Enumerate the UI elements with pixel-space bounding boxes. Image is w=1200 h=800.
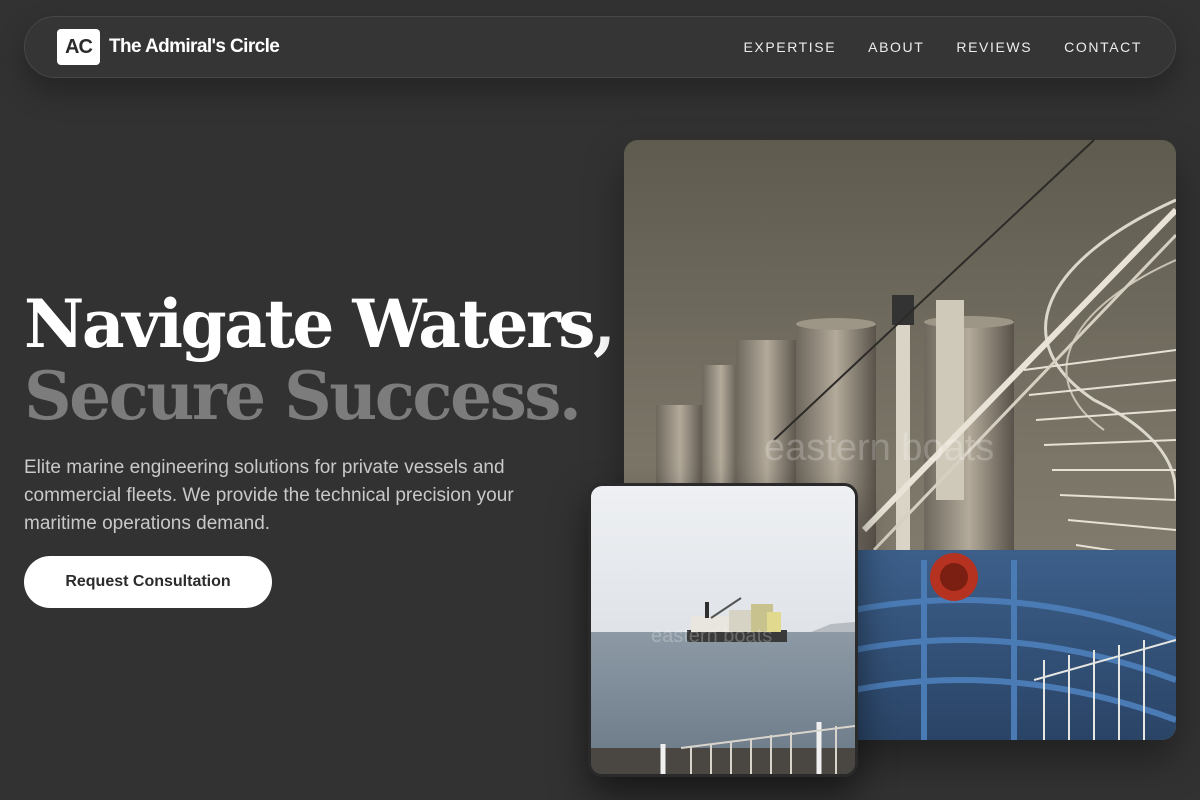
nav-link-contact[interactable]: CONTACT [1064, 39, 1142, 55]
brand-logo[interactable]: AC [57, 29, 100, 65]
nav-links: EXPERTISE ABOUT REVIEWS CONTACT [743, 39, 1142, 55]
dredger-at-sea-photo: eastern boats [588, 483, 858, 777]
nav-link-about[interactable]: ABOUT [868, 39, 924, 55]
hero-title: Navigate Waters, Secure Success. [24, 285, 616, 435]
top-navigation-bar: AC The Admiral's Circle EXPERTISE ABOUT … [24, 16, 1176, 78]
request-consultation-button[interactable]: Request Consultation [24, 556, 272, 608]
large-photo-watermark: eastern boats [764, 427, 994, 469]
nav-link-expertise[interactable]: EXPERTISE [743, 39, 836, 55]
hero-title-line-2: Secure Success. [24, 357, 582, 435]
hero-subtitle: Elite marine engineering solutions for p… [24, 457, 514, 534]
brand-name[interactable]: The Admiral's Circle [109, 36, 280, 58]
nav-link-reviews[interactable]: REVIEWS [956, 39, 1032, 55]
brand[interactable]: AC The Admiral's Circle [57, 29, 280, 65]
hero-title-line-1: Navigate Waters, [24, 285, 616, 363]
small-photo-watermark: eastern boats [651, 625, 772, 647]
